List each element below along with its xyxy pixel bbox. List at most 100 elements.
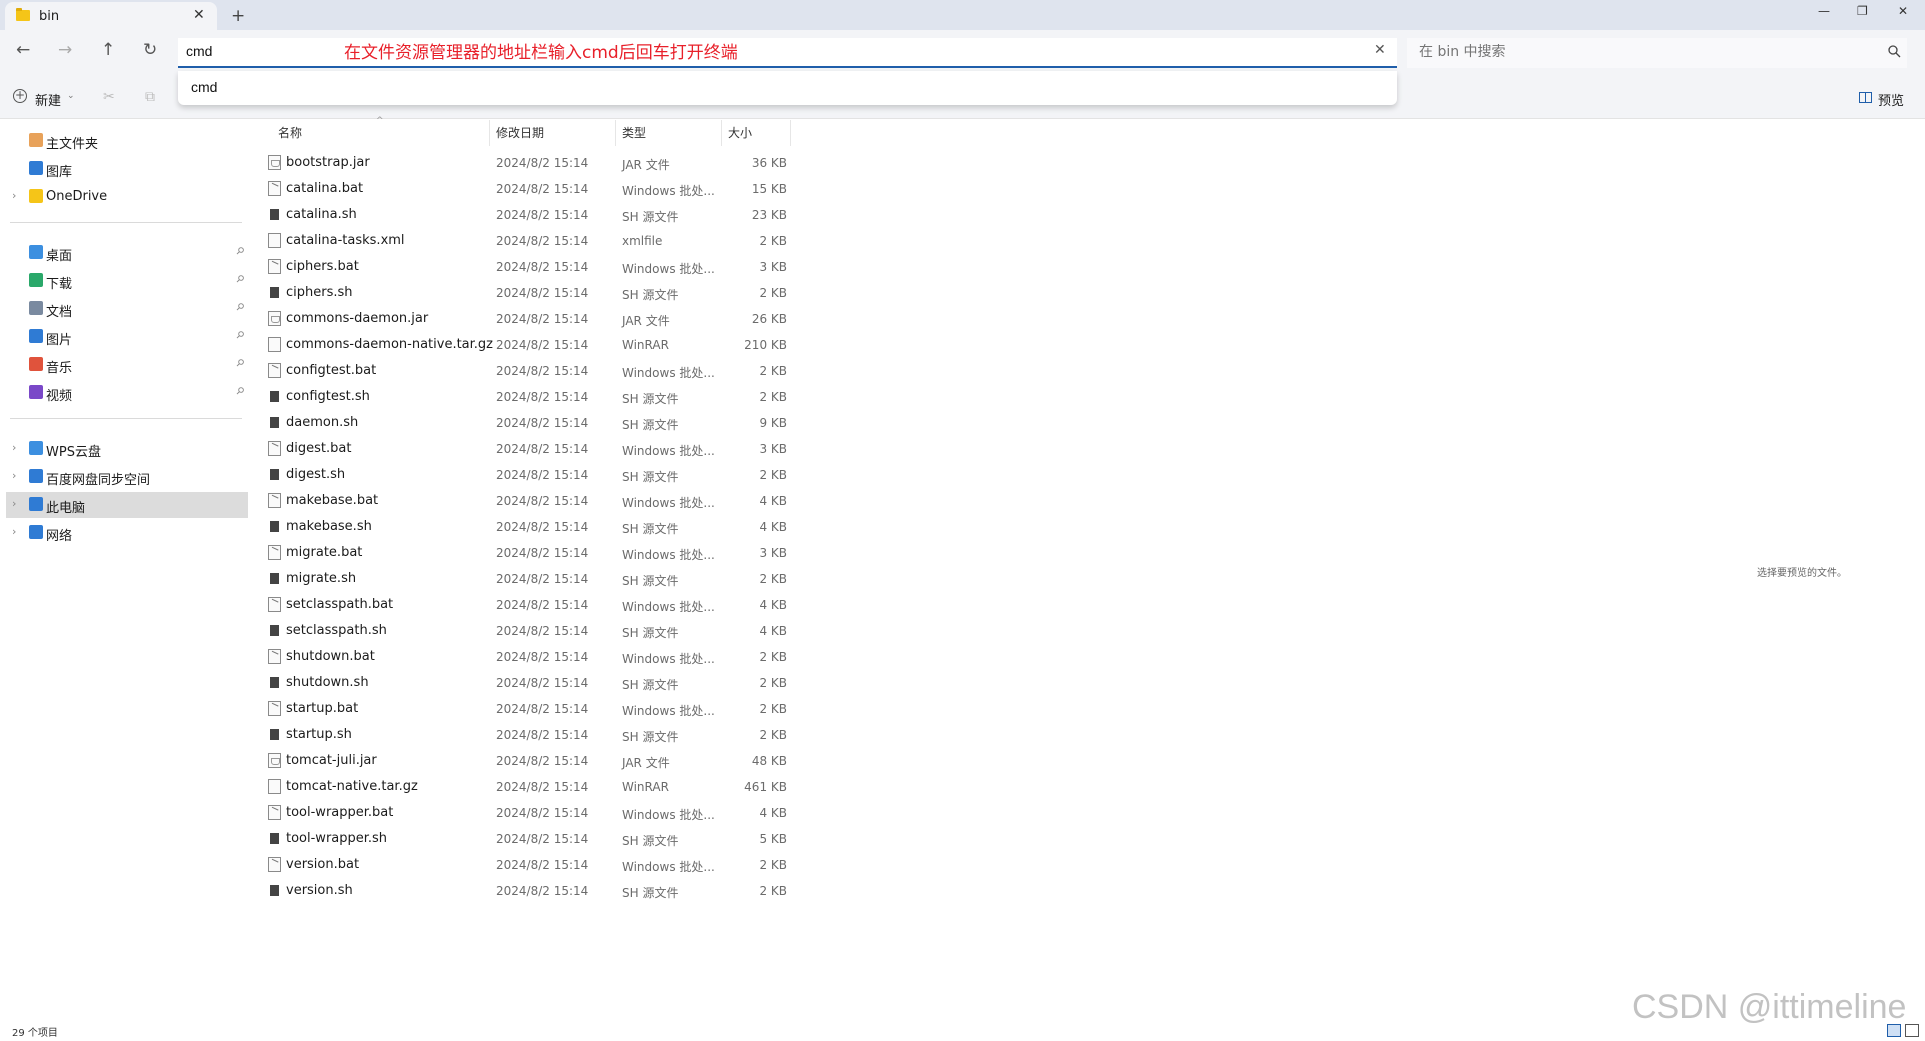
sidebar-item[interactable]: › 网络 (6, 520, 248, 546)
file-row[interactable]: catalina.bat 2024/8/2 15:14 Windows 批处... 1… (262, 176, 792, 202)
chevron-right-icon[interactable]: › (12, 469, 16, 482)
file-size: 36 KB (751, 156, 787, 170)
chevron-right-icon[interactable]: › (12, 189, 16, 202)
restore-icon[interactable]: ❐ (1857, 4, 1868, 18)
file-row[interactable]: daemon.sh 2024/8/2 15:14 SH 源文件 9 KB (262, 410, 792, 436)
bat-file-icon (268, 441, 281, 456)
file-row[interactable]: version.sh 2024/8/2 15:14 SH 源文件 2 KB (262, 878, 792, 904)
file-row[interactable]: tool-wrapper.sh 2024/8/2 15:14 SH 源文件 5 KB (262, 826, 792, 852)
sidebar-divider (10, 222, 242, 223)
file-row[interactable]: tool-wrapper.bat 2024/8/2 15:14 Windows 批处… (262, 800, 792, 826)
file-row[interactable]: tomcat-juli.jar 2024/8/2 15:14 JAR 文件 48 KB (262, 748, 792, 774)
file-row[interactable]: digest.bat 2024/8/2 15:14 Windows 批处... 3 K… (262, 436, 792, 462)
file-row[interactable]: startup.sh 2024/8/2 15:14 SH 源文件 2 KB (262, 722, 792, 748)
details-view-icon[interactable] (1887, 1024, 1901, 1037)
column-divider[interactable] (790, 120, 791, 146)
file-date: 2024/8/2 15:14 (496, 338, 589, 352)
sidebar-item[interactable]: 主文件夹 (6, 128, 248, 154)
preview-label: 预览 (1878, 94, 1905, 109)
column-header-type[interactable]: 类型 (622, 124, 646, 141)
file-size: 4 KB (759, 624, 787, 638)
file-row[interactable]: digest.sh 2024/8/2 15:14 SH 源文件 2 KB (262, 462, 792, 488)
pin-icon[interactable]: ⚲ (233, 273, 246, 286)
file-row[interactable]: tomcat-native.tar.gz 2024/8/2 15:14 WinRAR… (262, 774, 792, 800)
file-row[interactable]: makebase.bat 2024/8/2 15:14 Windows 批处... 4… (262, 488, 792, 514)
window-close-icon[interactable]: ✕ (1898, 4, 1908, 18)
pin-icon[interactable]: ⚲ (233, 357, 246, 370)
pin-icon[interactable]: ⚲ (233, 385, 246, 398)
back-arrow-icon[interactable]: ← (16, 40, 30, 60)
sidebar-item-label: 此电脑 (46, 501, 86, 516)
file-size: 3 KB (759, 260, 787, 274)
file-row[interactable]: commons-daemon.jar 2024/8/2 15:14 JAR 文件 26… (262, 306, 792, 332)
file-name: tool-wrapper.sh (286, 831, 388, 846)
file-row[interactable]: setclasspath.sh 2024/8/2 15:14 SH 源文件 4 KB (262, 618, 792, 644)
sidebar-item[interactable]: › 百度网盘同步空间 (6, 464, 248, 490)
file-row[interactable]: ciphers.bat 2024/8/2 15:14 Windows 批处... 3 … (262, 254, 792, 280)
search-icon[interactable] (1887, 44, 1901, 58)
file-row[interactable]: ciphers.sh 2024/8/2 15:14 SH 源文件 2 KB (262, 280, 792, 306)
column-divider[interactable] (615, 120, 616, 146)
search-input[interactable] (1419, 44, 1849, 60)
file-type: xmlfile (622, 234, 663, 248)
sidebar-item[interactable]: › OneDrive (6, 184, 248, 210)
file-size: 2 KB (759, 858, 787, 872)
search-box[interactable] (1407, 38, 1907, 68)
clear-address-icon[interactable]: ✕ (1374, 42, 1386, 58)
file-row[interactable]: bootstrap.jar 2024/8/2 15:14 JAR 文件 36 KB (262, 150, 792, 176)
file-date: 2024/8/2 15:14 (496, 260, 589, 274)
sidebar-item[interactable]: 图库 (6, 156, 248, 182)
cut-icon[interactable]: ✂ (103, 89, 115, 105)
file-row[interactable]: configtest.sh 2024/8/2 15:14 SH 源文件 2 KB (262, 384, 792, 410)
pin-icon[interactable]: ⚲ (233, 301, 246, 314)
new-tab-button[interactable]: + (231, 6, 245, 26)
suggestion-item-cmd[interactable]: cmd (191, 79, 217, 95)
column-header-size[interactable]: 大小 (728, 124, 752, 141)
file-row[interactable]: shutdown.bat 2024/8/2 15:14 Windows 批处... 2… (262, 644, 792, 670)
file-row[interactable]: migrate.bat 2024/8/2 15:14 Windows 批处... 3 … (262, 540, 792, 566)
sidebar-item[interactable]: 桌面 ⚲ (6, 240, 248, 266)
file-row[interactable]: shutdown.sh 2024/8/2 15:14 SH 源文件 2 KB (262, 670, 792, 696)
file-name: configtest.sh (286, 389, 370, 404)
file-row[interactable]: version.bat 2024/8/2 15:14 Windows 批处... 2 … (262, 852, 792, 878)
file-name: setclasspath.bat (286, 597, 394, 612)
tab-bin[interactable]: bin ✕ (5, 2, 217, 30)
column-divider[interactable] (489, 120, 490, 146)
file-type: SH 源文件 (622, 470, 679, 484)
sidebar-item[interactable]: 图片 ⚲ (6, 324, 248, 350)
file-row[interactable]: makebase.sh 2024/8/2 15:14 SH 源文件 4 KB (262, 514, 792, 540)
file-row[interactable]: configtest.bat 2024/8/2 15:14 Windows 批处..… (262, 358, 792, 384)
file-row[interactable]: startup.bat 2024/8/2 15:14 Windows 批处... 2 … (262, 696, 792, 722)
file-row[interactable]: catalina.sh 2024/8/2 15:14 SH 源文件 23 KB (262, 202, 792, 228)
copy-icon[interactable]: ⧉ (145, 89, 155, 105)
file-name: version.bat (286, 857, 360, 872)
sidebar-item[interactable]: 视频 ⚲ (6, 380, 248, 406)
file-row[interactable]: setclasspath.bat 2024/8/2 15:14 Windows 批处… (262, 592, 792, 618)
column-divider[interactable] (721, 120, 722, 146)
large-icons-view-icon[interactable] (1905, 1024, 1919, 1037)
sidebar-item[interactable]: › WPS云盘 (6, 436, 248, 462)
pin-icon[interactable]: ⚲ (233, 245, 246, 258)
up-arrow-icon[interactable]: ↑ (101, 40, 115, 60)
tab-close-icon[interactable]: ✕ (193, 7, 205, 23)
minimize-icon[interactable]: — (1818, 4, 1830, 18)
sidebar-item[interactable]: 下载 ⚲ (6, 268, 248, 294)
column-header-date[interactable]: 修改日期 (496, 124, 544, 141)
refresh-icon[interactable]: ↻ (143, 40, 157, 60)
sidebar-item[interactable]: › 此电脑 (6, 492, 248, 518)
sidebar-item-label: 图库 (46, 165, 73, 180)
forward-arrow-icon[interactable]: → (58, 40, 72, 60)
column-header-name[interactable]: 名称 (278, 124, 302, 141)
sh-file-icon (270, 469, 279, 480)
sidebar-item[interactable]: 音乐 ⚲ (6, 352, 248, 378)
file-date: 2024/8/2 15:14 (496, 572, 589, 586)
chevron-right-icon[interactable]: › (12, 525, 16, 538)
file-row[interactable]: migrate.sh 2024/8/2 15:14 SH 源文件 2 KB (262, 566, 792, 592)
pin-icon[interactable]: ⚲ (233, 329, 246, 342)
sidebar-item[interactable]: 文档 ⚲ (6, 296, 248, 322)
file-row[interactable]: catalina-tasks.xml 2024/8/2 15:14 xmlfile 2… (262, 228, 792, 254)
file-row[interactable]: commons-daemon-native.tar.gz 2024/8/2 15:… (262, 332, 792, 358)
chevron-right-icon[interactable]: › (12, 497, 16, 510)
file-size: 15 KB (751, 182, 787, 196)
chevron-right-icon[interactable]: › (12, 441, 16, 454)
